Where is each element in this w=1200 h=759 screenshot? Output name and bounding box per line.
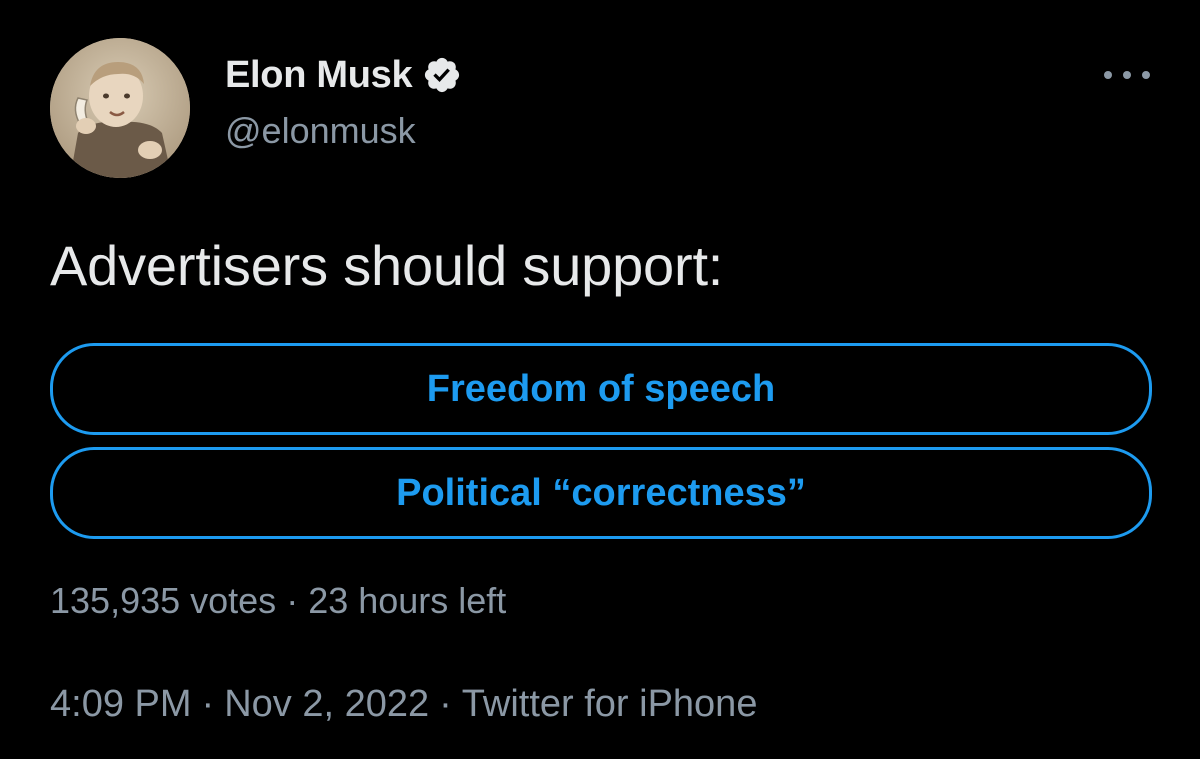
time-left: 23 hours left: [308, 580, 507, 621]
tweet-meta: 4:09 PM · Nov 2, 2022 · Twitter for iPhone: [50, 683, 757, 726]
display-name[interactable]: Elon Musk: [225, 54, 413, 97]
separator: ·: [286, 580, 299, 621]
separator: ·: [439, 683, 452, 725]
poll-option-political-correctness[interactable]: Political “correctness”: [50, 447, 1152, 539]
more-options-icon[interactable]: [1104, 60, 1150, 90]
author-info: Elon Musk @elonmusk: [225, 52, 462, 152]
avatar[interactable]: [50, 38, 190, 178]
poll-option-label: Political “correctness”: [396, 471, 806, 514]
poll-option-freedom-of-speech[interactable]: Freedom of speech: [50, 343, 1152, 435]
verified-badge-icon[interactable]: [422, 55, 462, 95]
name-row: Elon Musk: [225, 52, 462, 98]
handle[interactable]: @elonmusk: [225, 110, 462, 152]
separator: ·: [201, 683, 215, 725]
tweet-source[interactable]: Twitter for iPhone: [462, 683, 758, 725]
tweet-text: Advertisers should support:: [50, 234, 724, 297]
tweet-time[interactable]: 4:09 PM: [50, 683, 192, 725]
tweet-date[interactable]: Nov 2, 2022: [224, 683, 429, 725]
more-dot: [1104, 71, 1112, 79]
more-dot: [1123, 71, 1131, 79]
poll-meta: 135,935 votes · 23 hours left: [50, 580, 506, 622]
vote-count: 135,935 votes: [50, 580, 277, 621]
tweet: Elon Musk @elonmusk Advertisers should s…: [0, 0, 1200, 759]
more-dot: [1142, 71, 1150, 79]
poll-option-label: Freedom of speech: [426, 367, 776, 410]
avatar-photo-icon: [50, 38, 190, 178]
